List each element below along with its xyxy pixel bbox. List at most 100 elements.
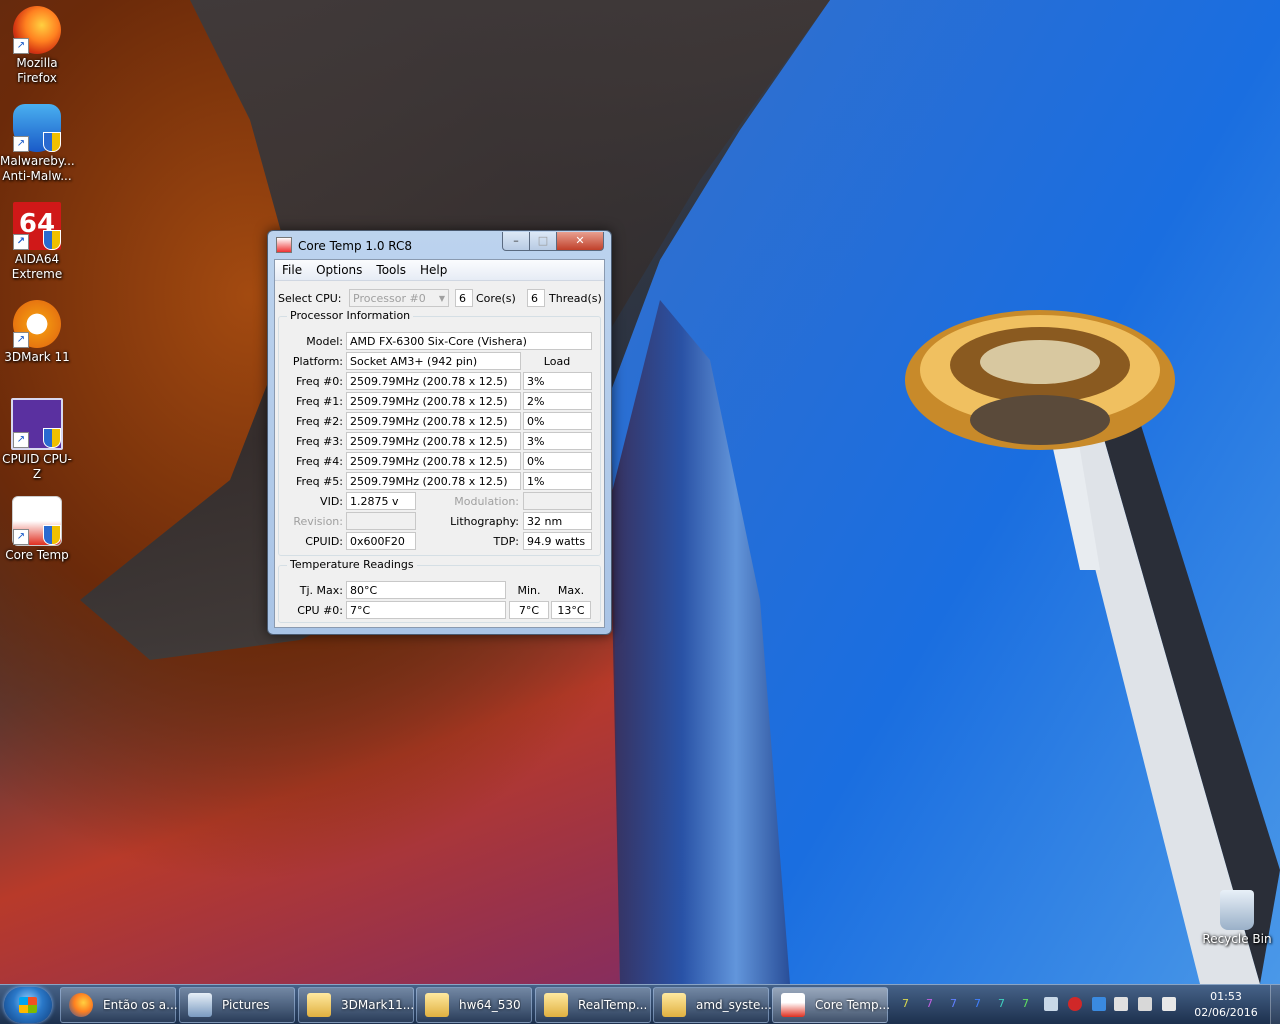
coretemp-app-icon xyxy=(276,237,292,253)
freq-label: Freq #1: xyxy=(296,395,343,408)
desktop-icon-malwarebytes[interactable]: ↗ Malwareby... Anti-Malw... xyxy=(0,98,75,184)
modulation-field xyxy=(523,492,592,510)
processor-info-title: Processor Information xyxy=(287,309,414,322)
cpuid-label: CPUID: xyxy=(305,535,343,548)
desktop-icon-label: 3DMark 11 xyxy=(4,350,70,364)
malwarebytes-tray-icon[interactable] xyxy=(1092,997,1106,1011)
tools-tray-icon[interactable] xyxy=(1114,997,1128,1011)
uac-shield-icon xyxy=(43,525,61,545)
clock[interactable]: 01:53 02/06/2016 xyxy=(1186,989,1266,1021)
freq-field: 2509.79MHz (200.78 x 12.5) xyxy=(346,372,521,390)
cpuid-field: 0x600F20 xyxy=(346,532,416,550)
taskbar-button[interactable]: RealTemp... xyxy=(535,987,651,1023)
select-cpu-dropdown[interactable]: Processor #0 ▼ xyxy=(349,289,449,307)
freq-field: 2509.79MHz (200.78 x 12.5) xyxy=(346,452,521,470)
threads-field: 6 xyxy=(527,289,545,307)
tray-temp-icon[interactable]: 7 xyxy=(998,997,1005,1010)
cores-label: Core(s) xyxy=(476,292,516,305)
maximize-button[interactable]: □ xyxy=(529,232,557,251)
taskbar-button[interactable]: 3DMark11... xyxy=(298,987,414,1023)
modulation-label: Modulation: xyxy=(454,495,519,508)
folder-icon xyxy=(544,993,568,1017)
taskbar-button-label: 3DMark11... xyxy=(341,998,415,1012)
taskbar: Então os a... Pictures 3DMark11... hw64_530… xyxy=(0,984,1280,1024)
pictures-icon xyxy=(188,993,212,1017)
desktop-icon-label: CPUID CPU-Z xyxy=(2,452,72,481)
minimize-icon: – xyxy=(513,234,519,247)
desktop-icon-firefox[interactable]: ↗ Mozilla Firefox xyxy=(0,0,74,86)
folder-icon xyxy=(307,993,331,1017)
taskbar-button[interactable]: Core Temp... xyxy=(772,987,890,1023)
freq-label: Freq #3: xyxy=(296,435,343,448)
close-button[interactable]: ✕ xyxy=(556,232,604,251)
tray-temp-icon[interactable]: 7 xyxy=(926,997,933,1010)
vid-field: 1.2875 v xyxy=(346,492,416,510)
desktop-icon-recycle-bin[interactable]: Recycle Bin xyxy=(1200,884,1274,947)
tray-temp-icon[interactable]: 7 xyxy=(950,997,957,1010)
wallpaper-panel xyxy=(610,300,790,984)
window-titlebar[interactable]: Core Temp 1.0 RC8 xyxy=(276,235,412,257)
display-tray-icon[interactable] xyxy=(1138,997,1152,1011)
desktop-icon-label: Core Temp xyxy=(5,548,69,562)
chevron-down-icon: ▼ xyxy=(438,294,445,303)
tray-temp-icon[interactable]: 7 xyxy=(974,997,981,1010)
show-desktop-button[interactable] xyxy=(1270,985,1280,1024)
desktop-icon-aida64[interactable]: 64 ↗ AIDA64 Extreme xyxy=(0,196,74,282)
taskbar-button[interactable]: hw64_530 xyxy=(416,987,532,1023)
menu-options[interactable]: Options xyxy=(309,260,369,280)
cores-field: 6 xyxy=(455,289,473,307)
folder-icon xyxy=(425,993,449,1017)
platform-label: Platform: xyxy=(292,355,343,368)
recycle-bin-icon xyxy=(1220,890,1254,930)
coretemp-icon xyxy=(781,993,805,1017)
desktop-icon-cpuz[interactable]: ↗ CPUID CPU-Z xyxy=(0,392,74,482)
start-button[interactable] xyxy=(4,987,52,1023)
minimize-button[interactable]: – xyxy=(502,232,530,251)
min-header: Min. xyxy=(517,584,541,597)
tray-temp-icon[interactable]: 7 xyxy=(1022,997,1029,1010)
taskbar-button[interactable]: Então os a... xyxy=(60,987,178,1023)
freq-field: 2509.79MHz (200.78 x 12.5) xyxy=(346,412,521,430)
menu-help[interactable]: Help xyxy=(413,260,454,280)
max-header: Max. xyxy=(557,584,585,597)
wallpaper-space-needle xyxy=(905,310,1280,984)
clock-date: 02/06/2016 xyxy=(1194,1006,1258,1019)
desktop-icon-label: AIDA64 Extreme xyxy=(11,252,63,281)
platform-field: Socket AM3+ (942 pin) xyxy=(346,352,521,370)
tdp-label: TDP: xyxy=(493,535,519,548)
freq-field: 2509.79MHz (200.78 x 12.5) xyxy=(346,432,521,450)
vid-label: VID: xyxy=(320,495,343,508)
desktop-icon-label: Recycle Bin xyxy=(1202,932,1272,946)
taskbar-button-label: Pictures xyxy=(222,998,270,1012)
uac-shield-icon xyxy=(43,230,61,250)
clock-time: 01:53 xyxy=(1210,990,1242,1003)
taskbar-button[interactable]: amd_syste... xyxy=(653,987,772,1023)
cpuz-icon: ↗ xyxy=(11,398,63,450)
cpu0-temp-field: 7°C xyxy=(346,601,506,619)
menu-tools[interactable]: Tools xyxy=(369,260,413,280)
desktop-icon-label: Malwareby... Anti-Malw... xyxy=(0,154,75,183)
menu-file[interactable]: File xyxy=(275,260,309,280)
malwarebytes-icon: ↗ xyxy=(13,104,61,152)
revision-field xyxy=(346,512,416,530)
folder-icon xyxy=(662,993,686,1017)
taskbar-button-label: hw64_530 xyxy=(459,998,521,1012)
load-field: 3% xyxy=(523,432,592,450)
firefox-icon: ↗ xyxy=(13,6,61,54)
aida64-icon: 64 ↗ xyxy=(13,202,61,250)
malware-tray-icon[interactable] xyxy=(1068,997,1082,1011)
volume-icon[interactable] xyxy=(1162,997,1176,1011)
network-icon[interactable] xyxy=(1044,997,1058,1011)
taskbar-button[interactable]: Pictures xyxy=(179,987,295,1023)
freq-field: 2509.79MHz (200.78 x 12.5) xyxy=(346,392,521,410)
coretemp-window[interactable]: Core Temp 1.0 RC8 – □ ✕ File Options Tools… xyxy=(267,230,612,635)
cpu0-label: CPU #0: xyxy=(297,604,343,617)
freq-label: Freq #2: xyxy=(296,415,343,428)
freq-label: Freq #0: xyxy=(296,375,343,388)
desktop-icon-coretemp[interactable]: ↗ Core Temp xyxy=(0,490,74,563)
freq-label: Freq #5: xyxy=(296,475,343,488)
model-field: AMD FX-6300 Six-Core (Vishera) xyxy=(346,332,592,350)
tray-temp-icon[interactable]: 7 xyxy=(902,997,909,1010)
load-field: 0% xyxy=(523,412,592,430)
desktop-icon-3dmark[interactable]: ↗ 3DMark 11 xyxy=(0,294,74,365)
